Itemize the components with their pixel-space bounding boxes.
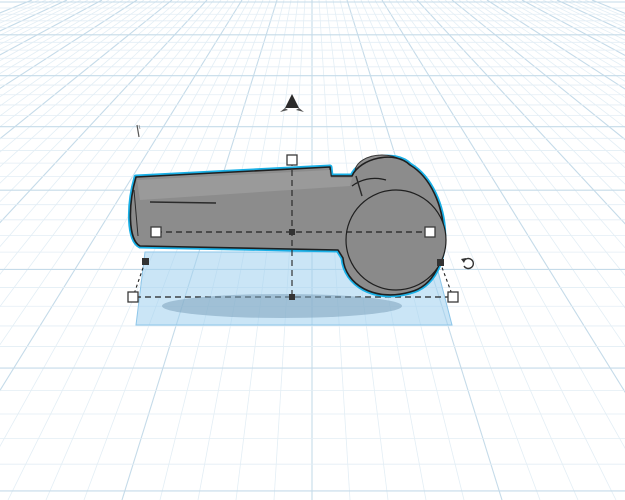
cone-arrow-up-icon[interactable]	[280, 94, 304, 112]
handle-bottom-right[interactable]	[447, 291, 459, 303]
handle-bottom-left[interactable]	[127, 291, 139, 303]
handle-corner-back-right[interactable]	[437, 259, 444, 266]
handle-center[interactable]	[289, 229, 295, 235]
handle-bottom-center[interactable]	[289, 294, 295, 300]
handle-corner-back-left[interactable]	[142, 258, 149, 265]
handle-top-center[interactable]	[286, 154, 298, 166]
rotate-arrow-icon[interactable]	[461, 257, 474, 270]
workplane-viewport[interactable]	[0, 0, 625, 500]
handle-mid-left[interactable]	[150, 226, 162, 238]
handle-mid-right[interactable]	[424, 226, 436, 238]
